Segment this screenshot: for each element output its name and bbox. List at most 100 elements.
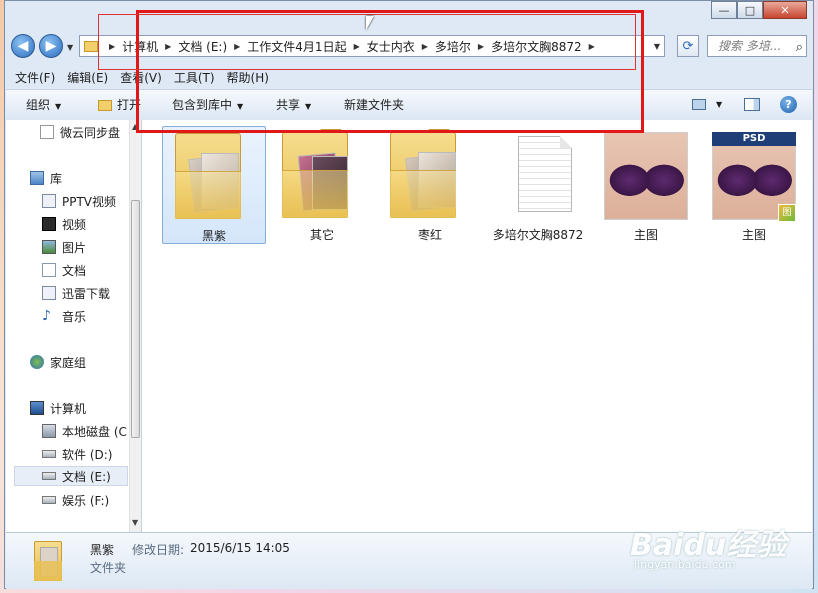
file-item-folder-qita[interactable]: 其它 — [270, 126, 374, 244]
file-name: 多培尔文胸8872 — [492, 228, 584, 242]
organize-label: 组织 — [26, 98, 51, 112]
file-list: 黑紫 其它 枣红 多培尔文胸8872 主图 PSD 图 主图 — [142, 120, 812, 532]
document-icon — [40, 125, 54, 139]
sidebar-item-label: 微云同步盘 — [60, 125, 121, 140]
drive-icon — [42, 472, 56, 480]
open-folder-icon — [98, 100, 112, 111]
file-item-folder-zaohong[interactable]: 枣红 — [378, 126, 482, 244]
picture-library-icon — [42, 240, 56, 254]
sidebar-item-drive-c[interactable]: 本地磁盘 (C — [42, 421, 127, 441]
refresh-icon: ⟳ — [682, 38, 694, 54]
menu-edit[interactable]: 编辑(E) — [61, 67, 114, 89]
details-name: 黑紫 — [90, 543, 115, 557]
sidebar-item-xunlei[interactable]: 迅雷下载 — [42, 283, 110, 303]
file-name: 主图 — [633, 228, 658, 242]
address-history-dropdown[interactable]: ▼ — [654, 42, 660, 51]
file-name: 其它 — [309, 228, 334, 242]
sidebar-item-label: 视频 — [62, 217, 87, 232]
organize-button[interactable]: 组织 ▼ — [26, 90, 61, 122]
sidebar-item-drive-d[interactable]: 软件 (D:) — [42, 444, 112, 464]
sidebar-item-videos[interactable]: 视频 — [42, 214, 86, 234]
psd-badge: PSD — [712, 132, 796, 146]
sidebar-item-label: 音乐 — [62, 309, 87, 324]
sidebar-item-label: 本地磁盘 (C — [62, 424, 127, 439]
sidebar-item-computer[interactable]: 计算机 — [30, 398, 86, 418]
details-date: 2015/6/15 14:05 — [190, 541, 290, 555]
menu-file[interactable]: 文件(F) — [9, 67, 61, 89]
file-name: 主图 — [741, 228, 766, 242]
back-arrow-icon: ◀ — [17, 38, 29, 54]
sidebar-item-pptv[interactable]: PPTV视频 — [42, 191, 116, 211]
view-options-icon[interactable] — [692, 99, 706, 110]
sidebar-item-pictures[interactable]: 图片 — [42, 237, 86, 257]
drive-icon — [42, 496, 56, 504]
mouse-cursor-icon — [366, 16, 374, 30]
back-button[interactable]: ◀ — [11, 34, 35, 58]
folder-icon — [175, 130, 255, 219]
refresh-button[interactable]: ⟳ — [677, 35, 699, 57]
search-icon[interactable]: ⌕ — [796, 38, 803, 58]
sidebar-item-drive-e[interactable]: 文档 (E:) — [14, 466, 128, 486]
view-options-dropdown[interactable]: ▼ — [716, 90, 722, 120]
search-placeholder: 搜索 多培... — [718, 39, 782, 53]
folder-icon — [84, 40, 98, 52]
sidebar-item-label: 计算机 — [50, 401, 87, 416]
music-library-icon: ♪ — [42, 308, 51, 324]
file-item-text-file[interactable]: 多培尔文胸8872 — [486, 126, 590, 244]
watermark: Baidu经验 jingyan.baidu.com — [630, 520, 810, 576]
system-drive-icon — [42, 424, 56, 438]
sidebar-item-label: 家庭组 — [50, 355, 87, 370]
details-date-label: 修改日期: — [132, 543, 185, 557]
sidebar-item-homegroup[interactable]: 家庭组 — [30, 352, 86, 372]
file-item-psd-main[interactable]: PSD 图 主图 — [702, 126, 806, 244]
drive-icon — [42, 450, 56, 458]
sidebar-item-libraries[interactable]: 库 — [30, 168, 62, 188]
sidebar-item-label: 娱乐 (F:) — [62, 493, 110, 508]
app-association-icon: 图 — [778, 204, 796, 222]
navigation-pane: 微云同步盘 库 PPTV视频 视频 图片 文档 迅雷下载 ♪ 音乐 家庭组 计算机… — [6, 120, 142, 532]
watermark-url: jingyan.baidu.com — [634, 558, 736, 571]
sidebar-item-drive-f[interactable]: 娱乐 (F:) — [42, 490, 109, 510]
homegroup-icon — [30, 355, 44, 369]
sidebar-item-label: 文档 — [62, 263, 87, 278]
computer-icon — [30, 401, 44, 415]
sidebar-item-label: 迅雷下载 — [62, 286, 111, 301]
library-icon — [30, 171, 44, 185]
folder-icon — [34, 539, 64, 583]
sidebar-item-music[interactable]: ♪ 音乐 — [42, 306, 86, 326]
library-item-icon — [42, 194, 56, 208]
sidebar-item-label: 图片 — [62, 240, 87, 255]
scrollbar-thumb[interactable] — [131, 200, 140, 438]
sidebar-item-documents[interactable]: 文档 — [42, 260, 86, 280]
video-library-icon — [42, 217, 56, 231]
recent-pages-dropdown[interactable]: ▼ — [67, 43, 73, 52]
help-icon[interactable]: ? — [780, 96, 797, 113]
sidebar-item-weiyun[interactable]: 微云同步盘 — [40, 122, 120, 142]
forward-arrow-icon: ▶ — [45, 38, 57, 54]
minimize-button[interactable]: — — [711, 1, 737, 19]
text-document-icon — [518, 136, 572, 212]
forward-button[interactable]: ▶ — [39, 34, 63, 58]
document-library-icon — [42, 263, 56, 277]
folder-icon — [390, 129, 470, 218]
sidebar-item-label: 库 — [50, 171, 63, 186]
file-item-image-main[interactable]: 主图 — [594, 126, 698, 244]
scroll-down-icon[interactable]: ▼ — [132, 518, 138, 527]
sidebar-item-label: 软件 (D:) — [62, 447, 113, 462]
chevron-down-icon: ▼ — [55, 102, 62, 111]
folder-icon — [282, 129, 362, 218]
caption-buttons: — □ ✕ — [711, 1, 807, 19]
file-name: 枣红 — [417, 228, 442, 242]
library-item-icon — [42, 286, 56, 300]
file-name: 黑紫 — [201, 229, 226, 243]
search-input[interactable]: 搜索 多培... ⌕ — [707, 35, 807, 57]
sidebar-item-label: 文档 (E:) — [62, 469, 111, 484]
image-thumbnail — [604, 132, 688, 220]
close-button[interactable]: ✕ — [763, 1, 807, 19]
sidebar-item-label: PPTV视频 — [62, 194, 117, 209]
preview-pane-icon[interactable] — [744, 98, 760, 111]
maximize-button[interactable]: □ — [737, 1, 763, 19]
navigation-pane-scrollbar[interactable]: ▲ ▼ — [129, 120, 141, 532]
file-item-folder-heizi[interactable]: 黑紫 — [162, 126, 266, 244]
open-button[interactable]: 打开 — [98, 90, 141, 120]
